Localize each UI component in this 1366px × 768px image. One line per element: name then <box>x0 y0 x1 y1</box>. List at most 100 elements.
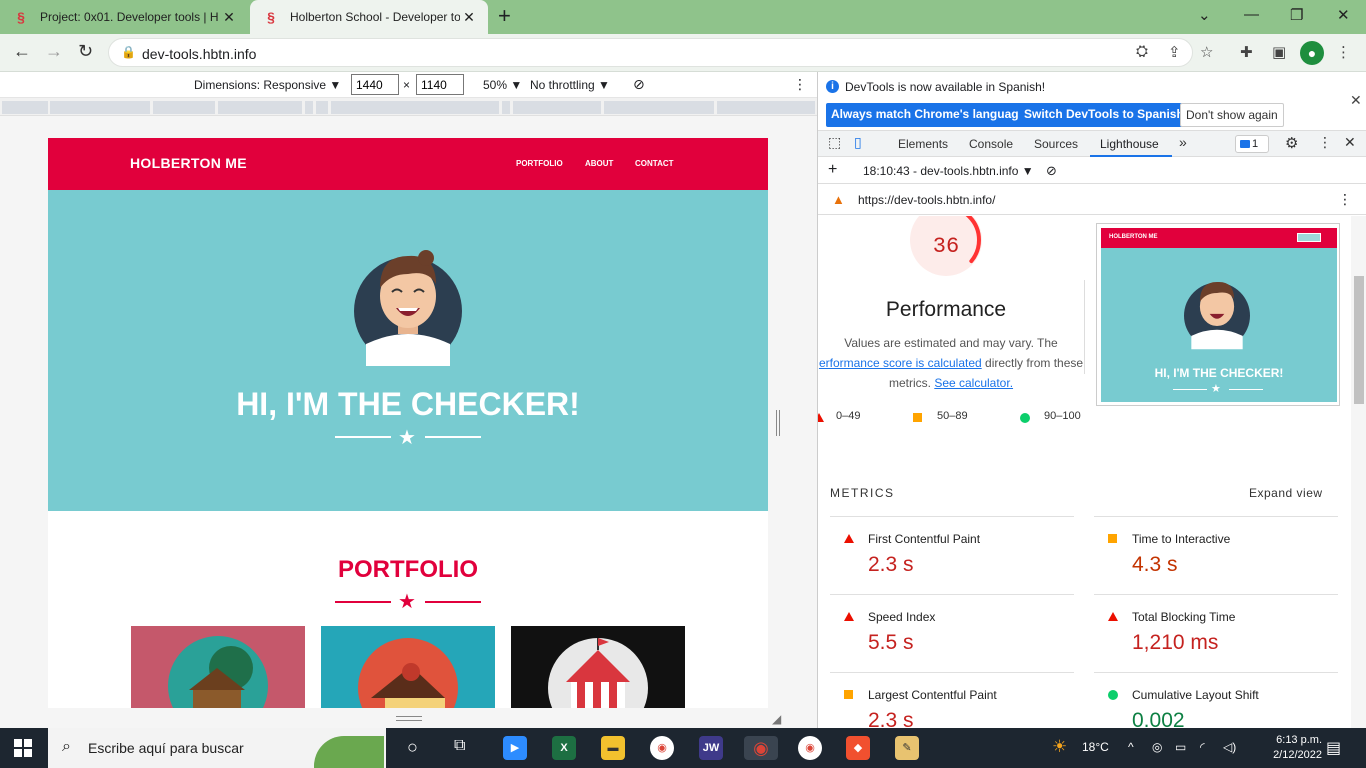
devtools-kebab-icon[interactable]: ⋮ <box>1318 134 1332 151</box>
site-nav-contact[interactable]: CONTACT <box>635 159 674 168</box>
report-menu-kebab-icon[interactable]: ⋮ <box>1338 191 1352 208</box>
lock-icon[interactable]: 🔒 <box>121 45 136 59</box>
new-tab-icon[interactable]: + <box>498 5 511 27</box>
close-tab-icon[interactable]: ✕ <box>220 9 238 26</box>
emulated-page: HOLBERTON ME PORTFOLIO ABOUT CONTACT HI,… <box>48 138 768 708</box>
jw-app-icon[interactable]: JW <box>699 736 723 760</box>
extensions-icon[interactable]: ✚ <box>1240 43 1253 61</box>
throttling-dropdown[interactable]: No throttling ▼ <box>530 78 610 92</box>
match-chrome-language-button[interactable]: Always match Chrome's language <box>826 103 1031 127</box>
screenshot-star-icon: ★ <box>1211 383 1221 395</box>
restore-icon[interactable]: ❐ <box>1290 6 1303 24</box>
minimize-icon[interactable]: — <box>1244 6 1259 23</box>
chrome-profile-app-icon[interactable]: ◉ <box>798 736 822 760</box>
device-toolbar-toggle-icon[interactable]: ▯ <box>854 134 862 151</box>
performance-score-link[interactable]: erformance score is calculated <box>819 356 982 370</box>
lighthouse-url-bar: ▲ https://dev-tools.hbtn.info/ ⋮ <box>818 185 1366 215</box>
switch-to-spanish-button[interactable]: Switch DevTools to Spanish <box>1019 103 1189 127</box>
forward-icon[interactable]: → <box>45 41 63 62</box>
active-tab-indicator <box>1090 155 1172 157</box>
legend-pass-range: 90–100 <box>1044 410 1081 422</box>
category-title: Performance <box>885 298 1007 321</box>
more-tabs-icon[interactable]: » <box>1179 134 1187 150</box>
metric-label: Largest Contentful Paint <box>868 688 997 702</box>
weather-icon[interactable]: ☀ <box>1052 737 1067 757</box>
divider-line <box>335 436 391 438</box>
width-input[interactable] <box>351 74 399 95</box>
close-tab-icon[interactable]: ✕ <box>460 9 478 26</box>
tray-chevron-icon[interactable]: ^ <box>1128 740 1134 754</box>
portfolio-card-circus[interactable] <box>511 626 685 708</box>
profile-avatar-icon[interactable]: ● <box>1300 41 1324 65</box>
git-app-icon[interactable]: ◆ <box>846 736 870 760</box>
final-screenshot[interactable]: HOLBERTON ME HI, I'M THE CHECKER! ★ <box>1096 223 1340 406</box>
wifi-icon[interactable]: ◜ <box>1200 740 1205 754</box>
meet-now-icon[interactable]: ◎ <box>1152 740 1162 754</box>
viewport-resize-handle-right[interactable] <box>776 410 780 436</box>
times-separator: × <box>403 78 411 92</box>
see-calculator-link[interactable]: See calculator. <box>934 376 1013 390</box>
dont-show-again-button[interactable]: Don't show again <box>1180 103 1284 127</box>
chrome-active-app-icon[interactable]: ◉ <box>744 736 778 760</box>
zoom-app-icon[interactable]: ▶ <box>503 736 527 760</box>
dimensions-dropdown[interactable]: Dimensions: Responsive ▼ <box>194 78 341 92</box>
device-menu-kebab-icon[interactable]: ⋮ <box>793 76 807 93</box>
site-brand[interactable]: HOLBERTON ME <box>130 155 247 171</box>
search-highlight-image <box>314 736 384 768</box>
fail-icon <box>844 534 854 543</box>
zoom-dropdown[interactable]: 50% ▼ <box>483 78 522 92</box>
tab-sources[interactable]: Sources <box>1034 137 1078 151</box>
avatar-illustration <box>354 250 462 366</box>
task-view-icon[interactable]: ⧉ <box>454 737 465 755</box>
taskbar-search[interactable]: ⌕ Escribe aquí para buscar <box>48 728 386 768</box>
bookmark-star-icon[interactable]: ☆ <box>1200 43 1213 61</box>
new-report-icon[interactable]: + <box>828 161 837 179</box>
rotate-icon[interactable]: ⊘ <box>633 76 645 93</box>
portfolio-card-cabin[interactable] <box>131 626 305 708</box>
tab-console[interactable]: Console <box>969 137 1013 151</box>
report-selector[interactable]: 18:10:43 - dev-tools.hbtn.info ▼ <box>863 164 1034 178</box>
back-icon[interactable]: ← <box>13 41 31 62</box>
clear-reports-icon[interactable]: ⊘ <box>1046 163 1057 179</box>
share-icon[interactable]: ⇪ <box>1168 43 1181 61</box>
windows-start-icon[interactable] <box>14 739 32 757</box>
close-infobar-icon[interactable]: ✕ <box>1350 92 1362 109</box>
address-bar[interactable]: 🔒 dev-tools.hbtn.info <box>108 38 1193 67</box>
screenshot-title: HI, I'M THE CHECKER! <box>1154 366 1284 380</box>
issues-counter[interactable]: 1 <box>1235 135 1269 153</box>
portfolio-card-cake[interactable] <box>321 626 495 708</box>
tab-elements[interactable]: Elements <box>898 137 948 151</box>
browser-tab-active[interactable]: § Holberton School - Developer to ✕ <box>250 0 488 34</box>
close-window-icon[interactable]: ✕ <box>1337 6 1350 24</box>
tab-search-icon[interactable]: ⌄ <box>1198 6 1211 24</box>
expand-view-toggle[interactable]: Expand view <box>1249 486 1323 500</box>
close-devtools-icon[interactable]: ✕ <box>1344 134 1356 151</box>
weather-temp[interactable]: 18°C <box>1082 740 1109 754</box>
site-nav-about[interactable]: ABOUT <box>585 159 613 168</box>
side-panel-icon[interactable]: ▣ <box>1272 43 1286 61</box>
scrollbar-thumb[interactable] <box>1354 276 1364 404</box>
height-input[interactable] <box>416 74 464 95</box>
viewport-resize-handle-bottom[interactable] <box>396 716 422 721</box>
reload-icon[interactable]: ↻ <box>78 41 93 62</box>
metric-label: Cumulative Layout Shift <box>1132 688 1259 702</box>
excel-app-icon[interactable]: X <box>552 736 576 760</box>
tab-lighthouse[interactable]: Lighthouse <box>1100 137 1159 151</box>
settings-gear-icon[interactable]: ⚙ <box>1285 134 1298 152</box>
taskbar-clock[interactable]: 6:13 p.m. 2/12/2022 <box>1262 733 1322 763</box>
paint-app-icon[interactable]: ✎ <box>895 736 919 760</box>
site-nav-portfolio[interactable]: PORTFOLIO <box>516 159 563 168</box>
translate-icon[interactable]: ⛭ <box>1136 43 1148 60</box>
inspect-element-icon[interactable]: ⬚ <box>828 134 841 151</box>
volume-icon[interactable]: ◁) <box>1223 740 1236 754</box>
report-scrollbar[interactable] <box>1351 216 1366 728</box>
viewport-resize-corner-icon[interactable]: ◢ <box>772 712 781 726</box>
menu-kebab-icon[interactable]: ⋮ <box>1336 43 1351 61</box>
cortana-icon[interactable]: ○ <box>407 737 418 758</box>
browser-tab[interactable]: § Project: 0x01. Developer tools | H ✕ <box>0 0 248 34</box>
battery-icon[interactable]: ▭ <box>1175 740 1186 754</box>
notifications-icon[interactable]: ▤ <box>1326 738 1341 758</box>
chrome-app-icon[interactable]: ◉ <box>650 736 674 760</box>
media-query-ruler[interactable] <box>0 98 817 116</box>
file-explorer-icon[interactable]: ▬ <box>601 736 625 760</box>
